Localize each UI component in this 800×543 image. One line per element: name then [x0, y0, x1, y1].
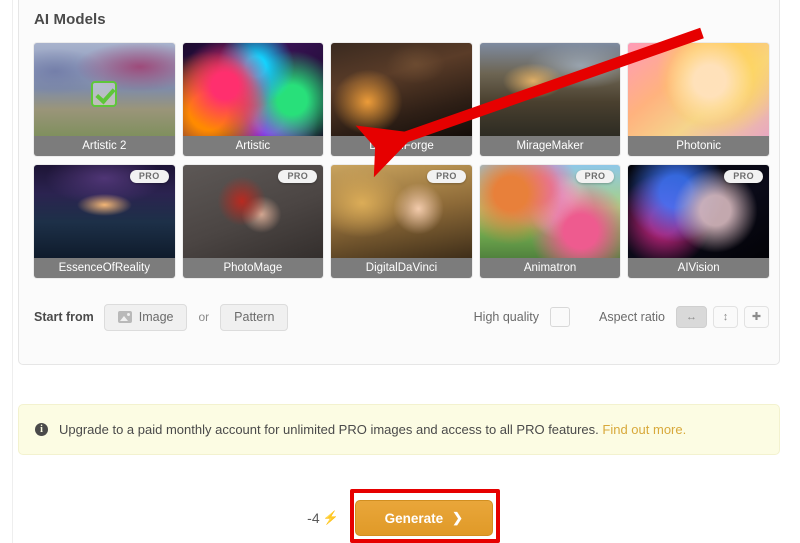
credits-indicator: -4 ⚡: [307, 510, 339, 526]
upgrade-notice-text: Upgrade to a paid monthly account for un…: [59, 422, 686, 437]
image-icon: [117, 311, 132, 323]
model-name-label: DreamForge: [331, 136, 472, 156]
model-card[interactable]: PRO Animatron: [479, 165, 621, 278]
model-name-label: DigitalDaVinci: [331, 258, 472, 278]
model-name-label: Artistic: [182, 136, 324, 156]
model-card[interactable]: Artistic: [182, 43, 324, 156]
landscape-ratio-icon: ↔: [686, 310, 697, 323]
pro-badge: PRO: [575, 170, 615, 183]
model-thumbnail: [331, 43, 472, 138]
quality-and-ratio-group: High quality Aspect ratio ↔ ↕ ✚: [474, 306, 769, 328]
model-card[interactable]: PRO AIVision: [628, 165, 769, 278]
options-row: Start from Image or Pattern High quality…: [34, 303, 769, 331]
pro-badge: PRO: [278, 170, 318, 183]
page-left-edge: [0, 0, 13, 543]
start-from-pattern-label: Pattern: [234, 310, 275, 324]
model-card[interactable]: PRO EssenceOfReality: [34, 165, 175, 278]
model-card[interactable]: DreamForge: [331, 43, 472, 156]
aspect-ratio-group: ↔ ↕ ✚: [676, 306, 769, 328]
model-card[interactable]: Artistic 2: [34, 43, 175, 156]
aspect-ratio-label: Aspect ratio: [598, 310, 665, 324]
model-name-label: MirageMaker: [479, 136, 621, 156]
model-card[interactable]: Photonic: [628, 43, 769, 156]
upgrade-notice-message: Upgrade to a paid monthly account for un…: [59, 422, 599, 437]
model-thumbnail: [628, 43, 769, 138]
models-row-2: PRO EssenceOfReality PRO PhotoMage PRO Digita…: [34, 165, 769, 278]
start-from-image-button[interactable]: Image: [103, 303, 188, 331]
pro-badge: PRO: [724, 170, 763, 183]
find-out-more-link[interactable]: Find out more.: [602, 422, 686, 437]
start-from-label: Start from: [34, 310, 94, 324]
high-quality-label: High quality: [473, 310, 539, 324]
page-title: AI Models: [34, 11, 106, 28]
info-icon: i: [35, 423, 48, 436]
or-separator: or: [198, 310, 210, 324]
high-quality-checkbox[interactable]: [549, 307, 570, 327]
model-thumbnail: [182, 43, 324, 138]
model-card[interactable]: MirageMaker: [479, 43, 621, 156]
selected-check-icon: [91, 81, 118, 107]
aspect-ratio-landscape-button[interactable]: ↔: [676, 306, 707, 328]
square-ratio-icon: ✚: [751, 310, 762, 323]
generate-button[interactable]: Generate ❯: [354, 500, 493, 536]
model-card[interactable]: PRO PhotoMage: [182, 165, 324, 278]
model-name-label: Artistic 2: [34, 136, 175, 156]
model-thumbnail: [479, 43, 621, 138]
credits-value: -4: [307, 510, 320, 526]
pro-badge: PRO: [129, 170, 169, 183]
page-root: AI Models Artistic 2 Artistic DreamForge Mi…: [0, 0, 800, 543]
pro-badge: PRO: [427, 170, 466, 183]
upgrade-notice-bar: i Upgrade to a paid monthly account for …: [18, 404, 780, 455]
ai-models-panel: AI Models Artistic 2 Artistic DreamForge Mi…: [18, 0, 780, 365]
model-name-label: EssenceOfReality: [34, 258, 175, 278]
start-from-image-label: Image: [138, 310, 174, 324]
start-from-pattern-button[interactable]: Pattern: [220, 303, 289, 331]
model-card[interactable]: PRO DigitalDaVinci: [331, 165, 472, 278]
models-grid: Artistic 2 Artistic DreamForge MirageMaker P…: [34, 43, 769, 278]
generate-button-label: Generate: [384, 510, 444, 526]
generate-row: -4 ⚡ Generate ❯: [0, 500, 800, 536]
model-name-label: Animatron: [479, 258, 621, 278]
aspect-ratio-portrait-button[interactable]: ↕: [713, 306, 738, 328]
model-name-label: PhotoMage: [182, 258, 324, 278]
models-row-1: Artistic 2 Artistic DreamForge MirageMaker P…: [34, 43, 769, 156]
model-name-label: AIVision: [628, 258, 769, 278]
aspect-ratio-square-button[interactable]: ✚: [744, 306, 769, 328]
chevron-right-icon: ❯: [452, 510, 464, 525]
model-name-label: Photonic: [628, 136, 769, 156]
portrait-ratio-icon: ↕: [722, 310, 729, 323]
lightning-bolt-icon: ⚡: [322, 510, 339, 525]
generate-button-wrapper: Generate ❯: [354, 500, 493, 536]
